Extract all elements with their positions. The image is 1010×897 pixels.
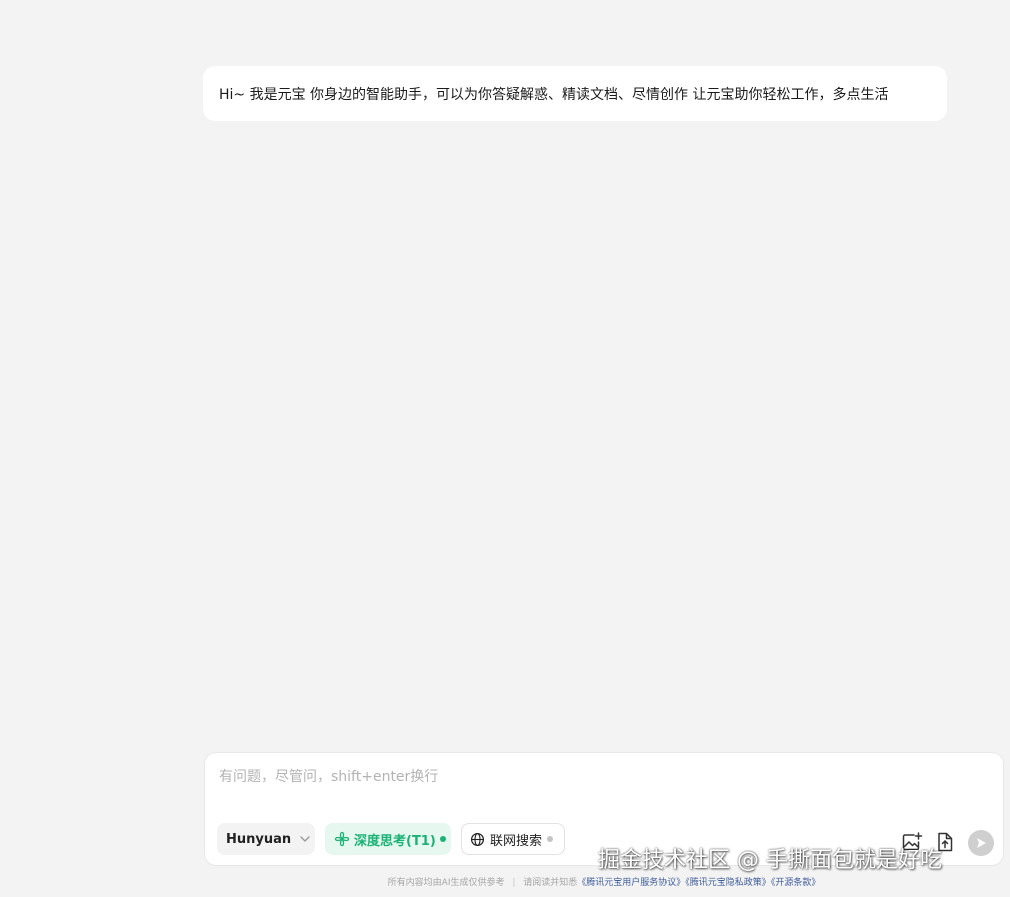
globe-icon — [470, 832, 485, 846]
web-search-toggle[interactable]: 联网搜索 — [461, 823, 565, 855]
deep-think-toggle[interactable]: 深度思考(T1) — [325, 823, 451, 855]
footer-disclaimer: 所有内容均由AI生成仅供参考 | 请阅读并知悉《腾讯元宝用户服务协议》《腾讯元宝… — [0, 875, 1010, 888]
user-agreement-link[interactable]: 《腾讯元宝用户服务协议》 — [577, 878, 685, 888]
deep-think-status-dot — [439, 836, 446, 842]
greeting-text: Hi~ 我是元宝 你身边的智能助手，可以为你答疑解惑、精读文档、尽情创作 让元宝… — [219, 86, 889, 103]
model-label: Hunyuan — [226, 831, 292, 847]
chat-page: Hi~ 我是元宝 你身边的智能助手，可以为你答疑解惑、精读文档、尽情创作 让元宝… — [0, 0, 1010, 897]
notice-text: 请阅读并知悉 — [523, 878, 578, 888]
atom-icon — [334, 831, 350, 847]
send-icon — [977, 838, 986, 848]
message-input[interactable] — [219, 765, 979, 789]
footer-separator: | — [512, 878, 516, 888]
model-selector[interactable]: Hunyuan — [217, 823, 315, 855]
open-source-terms-link[interactable]: 《开源条款》 — [771, 878, 821, 888]
deep-think-label: 深度思考(T1) — [354, 833, 436, 849]
watermark-text: 掘金技术社区 @ 手撕面包就是好吃 — [598, 848, 942, 873]
privacy-policy-link[interactable]: 《腾讯元宝隐私政策》 — [685, 878, 771, 888]
send-button[interactable] — [968, 830, 994, 856]
disclaimer-text: 所有内容均由AI生成仅供参考 — [387, 878, 505, 888]
web-search-label: 联网搜索 — [490, 833, 543, 849]
chevron-down-icon — [300, 836, 310, 842]
web-search-status-dot — [547, 836, 554, 842]
assistant-greeting-message: Hi~ 我是元宝 你身边的智能助手，可以为你答疑解惑、精读文档、尽情创作 让元宝… — [203, 66, 947, 121]
